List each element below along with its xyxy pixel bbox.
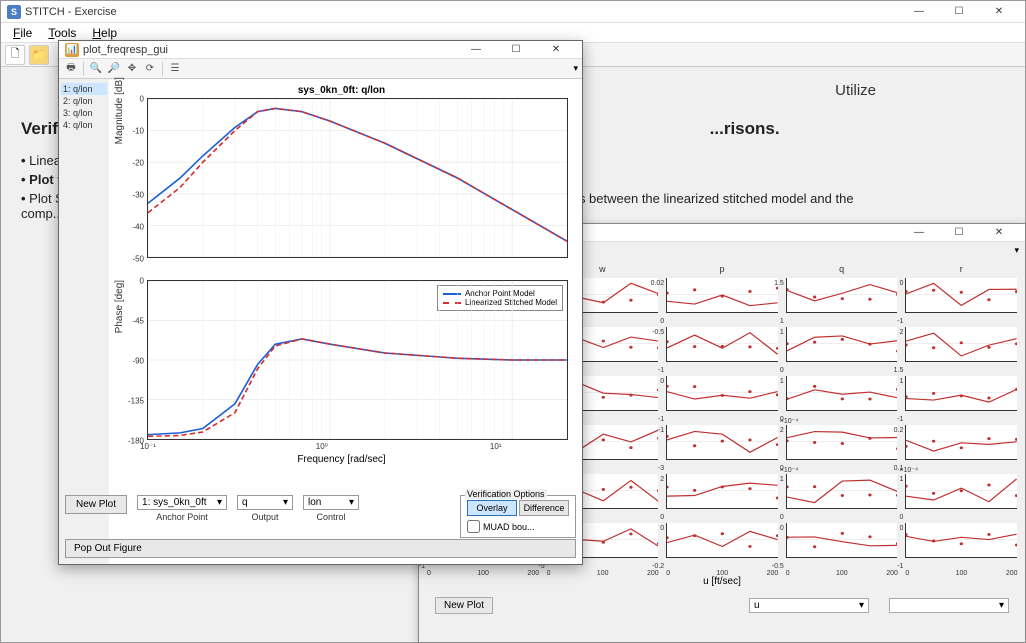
ytick: -20 [124, 159, 144, 168]
minimize-button[interactable]: — [899, 2, 939, 22]
mini-plot-cell[interactable]: 1 0 [786, 327, 898, 372]
mini-plot-cell[interactable]: 2 1.5 [905, 327, 1017, 372]
grid-col-header: q [786, 264, 898, 274]
mini-plot-cell[interactable]: 0.02 0 [666, 278, 778, 323]
xtick: 10⁻¹ [140, 442, 156, 451]
maximize-button[interactable]: ☐ [939, 2, 979, 22]
freqresp-figure-window: 📊 plot_freqresp_gui — ☐ ✕ 🖶 🔍 🔎 ✥ ⟳ ☰ ▾ … [58, 40, 583, 565]
ytick: 0 [124, 95, 144, 104]
magnitude-plot[interactable]: Magnitude [dB] 0-10-20-30-40-50 [147, 98, 568, 258]
grid-xlabel: u [ft/sec] [427, 576, 1017, 587]
output-select[interactable]: q▾ [237, 495, 293, 510]
series-item-3[interactable]: 3: q/lon [61, 107, 107, 119]
freq-minimize-button[interactable]: — [456, 40, 496, 60]
ytick: -10 [124, 127, 144, 136]
muad-checkbox[interactable]: MUAD bou... [467, 520, 569, 533]
print-icon[interactable]: 🖶 [63, 61, 79, 77]
app-icon: S [7, 5, 21, 19]
ytick: -90 [124, 357, 144, 366]
mini-plot-cell[interactable]: 0 -0.5 0100200 [786, 523, 898, 568]
grid-new-plot-button[interactable]: New Plot [435, 597, 493, 614]
verification-title: Verification Options [465, 489, 547, 499]
pan-icon[interactable]: ✥ [124, 61, 140, 77]
toolbar-arrow-icon[interactable]: ▾ [573, 63, 578, 74]
mini-plot-cell[interactable]: 0 -1 [666, 376, 778, 421]
tab-utilize[interactable]: Utilize [815, 78, 896, 103]
mini-plot-cell[interactable]: 2 0 [666, 474, 778, 519]
grid-col-header: r [905, 264, 1017, 274]
series-item-4[interactable]: 4: q/lon [61, 119, 107, 131]
verify-heading-right: ...risons. [710, 119, 780, 138]
difference-toggle[interactable]: Difference [519, 500, 569, 516]
grid-minimize-button[interactable]: — [899, 223, 939, 243]
mini-plot-cell[interactable]: ×10⁻⁴ 2 0 [786, 425, 898, 470]
rotate-icon[interactable]: ⟳ [142, 61, 158, 77]
control-select[interactable]: lon▾ [303, 495, 359, 510]
grid-close-button[interactable]: ✕ [979, 223, 1019, 243]
zoom-out-icon[interactable]: 🔎 [106, 61, 122, 77]
figure-toolbar: 🖶 🔍 🔎 ✥ ⟳ ☰ ▾ [59, 59, 582, 79]
freq-maximize-button[interactable]: ☐ [496, 40, 536, 60]
mini-plot-cell[interactable]: -0.5 -1 [666, 327, 778, 372]
data-cursor-icon[interactable]: ☰ [167, 61, 183, 77]
plot-title: sys_0kn_0ft: q/lon [109, 85, 574, 96]
open-folder-icon[interactable]: 📁 [29, 45, 49, 65]
xtick: 10¹ [490, 442, 502, 451]
anchor-point-select[interactable]: 1: sys_0kn_0ft▾ [137, 495, 227, 510]
control-label: Control [317, 512, 346, 522]
freq-xlabel: Frequency [rad/sec] [109, 454, 574, 465]
ytick: -30 [124, 191, 144, 200]
close-button[interactable]: ✕ [979, 2, 1019, 22]
overlay-toggle[interactable]: Overlay [467, 500, 517, 516]
mini-plot-cell[interactable]: 0.2 0.1 [905, 425, 1017, 470]
series-item-2[interactable]: 2: q/lon [61, 95, 107, 107]
series-item-1[interactable]: 1: q/lon [61, 83, 107, 95]
freq-close-button[interactable]: ✕ [536, 40, 576, 60]
zoom-in-icon[interactable]: 🔍 [88, 61, 104, 77]
freq-title: plot_freqresp_gui [83, 44, 168, 56]
series-list: 1: q/lon 2: q/lon 3: q/lon 4: q/lon [59, 79, 109, 564]
ytick: -135 [124, 397, 144, 406]
new-file-icon[interactable]: 🗋 [5, 45, 25, 65]
grid-menu-arrow-icon[interactable]: ▾ [1014, 245, 1019, 256]
mini-plot-cell[interactable]: -1 -3 [666, 425, 778, 470]
mini-plot-cell[interactable]: ×10⁻⁴ 1 0 [786, 474, 898, 519]
ytick: -45 [124, 317, 144, 326]
mini-plot-cell[interactable]: 0 -0.2 0100200 [666, 523, 778, 568]
output-label: Output [252, 512, 279, 522]
pop-out-button[interactable]: Pop Out Figure [65, 539, 576, 558]
main-title: STITCH - Exercise [25, 6, 117, 18]
ytick: 0 [124, 277, 144, 286]
menu-tools[interactable]: Tools [42, 24, 82, 42]
mini-plot-cell[interactable]: 1 0 [786, 376, 898, 421]
phase-plot[interactable]: Phase [deg] Anchor Point Model Linearize… [147, 280, 568, 440]
anchor-point-label: Anchor Point [156, 512, 208, 522]
mini-plot-cell[interactable]: ×10⁻⁴ 1 0 [905, 474, 1017, 519]
mini-plot-cell[interactable]: 1.5 1 [786, 278, 898, 323]
grid-select-2[interactable]: ▾ [889, 598, 1009, 613]
mini-plot-cell[interactable]: 0 -1 0100200 [905, 523, 1017, 568]
verification-options: Verification Options Overlay Difference … [460, 495, 576, 538]
mini-plot-cell[interactable]: 1 -1 [905, 376, 1017, 421]
ytick: -50 [124, 255, 144, 264]
menu-help[interactable]: Help [86, 24, 123, 42]
freq-new-plot-button[interactable]: New Plot [65, 495, 127, 514]
main-titlebar: S STITCH - Exercise — ☐ ✕ [1, 1, 1025, 23]
mini-plot-cell[interactable]: 0 -1 [905, 278, 1017, 323]
grid-maximize-button[interactable]: ☐ [939, 223, 979, 243]
menu-file[interactable]: File [7, 24, 38, 42]
grid-col-header: p [666, 264, 778, 274]
ytick: -40 [124, 223, 144, 232]
freq-footer: New Plot 1: sys_0kn_0ft▾ Anchor Point q▾… [65, 495, 576, 538]
grid-select-1[interactable]: u▾ [749, 598, 869, 613]
figure-icon: 📊 [65, 43, 79, 57]
xtick: 10⁰ [316, 442, 328, 451]
